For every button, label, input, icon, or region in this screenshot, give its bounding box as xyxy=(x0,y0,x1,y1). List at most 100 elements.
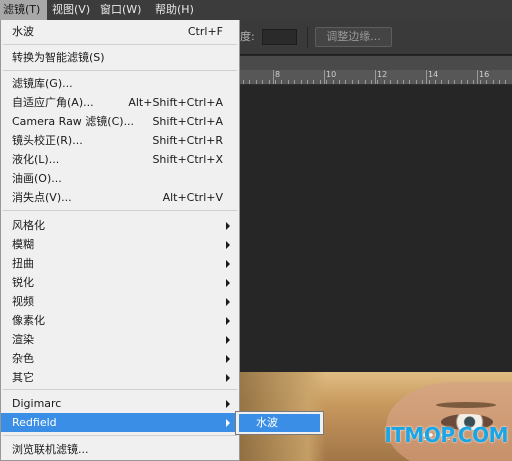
ruler-minor-tick xyxy=(256,80,257,84)
ruler-minor-tick xyxy=(301,80,302,84)
ruler-minor-tick xyxy=(409,80,410,84)
menu-item-convert-smart-filter[interactable]: 转换为智能滤镜(S) xyxy=(1,48,239,67)
menu-item-label: 液化(L)... xyxy=(12,153,60,166)
menu-item-shortcut: Shift+Ctrl+X xyxy=(152,153,223,166)
menu-item-distort[interactable]: 扭曲 xyxy=(1,254,239,273)
ruler-minor-tick xyxy=(441,80,442,84)
refine-edge-button[interactable]: 调整边缘... xyxy=(315,27,392,47)
options-separator xyxy=(307,27,308,48)
menu-item-lens-correction[interactable]: 镜头校正(R)... Shift+Ctrl+R xyxy=(1,131,239,150)
ruler-minor-tick xyxy=(320,80,321,84)
menu-item-shortcut: Alt+Ctrl+V xyxy=(162,191,223,204)
menu-separator xyxy=(3,44,237,45)
ruler-minor-tick xyxy=(473,80,474,84)
ruler-minor-tick xyxy=(499,80,500,84)
ruler-minor-tick xyxy=(480,80,481,84)
menu-filter[interactable]: 滤镜(T) xyxy=(0,0,47,20)
filter-menu: 水波 Ctrl+F 转换为智能滤镜(S) 滤镜库(G)... 自适应广角(A).… xyxy=(0,20,240,461)
ruler-major-tick xyxy=(273,70,274,84)
ruler-minor-tick xyxy=(352,80,353,84)
menu-item-shortcut: Shift+Ctrl+A xyxy=(152,115,223,128)
ruler-label: 12 xyxy=(377,70,388,79)
menu-item-label: Redfield xyxy=(12,416,57,429)
menu-item-vanishing-point[interactable]: 消失点(V)... Alt+Ctrl+V xyxy=(1,188,239,207)
ruler-minor-tick xyxy=(416,80,417,84)
menu-item-blur[interactable]: 模糊 xyxy=(1,235,239,254)
menu-item-filter-gallery[interactable]: 滤镜库(G)... xyxy=(1,74,239,93)
density-label: 度: xyxy=(240,30,255,43)
redfield-submenu: 水波 xyxy=(235,411,324,435)
menu-item-label: 滤镜库(G)... xyxy=(12,77,73,90)
submenu-arrow-icon xyxy=(226,241,230,249)
ruler-minor-tick xyxy=(429,80,430,84)
ruler-label: 16 xyxy=(479,70,490,79)
ruler-minor-tick xyxy=(243,80,244,84)
menu-item-label: 油画(O)... xyxy=(12,172,62,185)
menu-item-adaptive-wide-angle[interactable]: 自适应广角(A)... Alt+Shift+Ctrl+A xyxy=(1,93,239,112)
menu-view[interactable]: 视图(V) xyxy=(52,0,90,20)
ruler-label: 14 xyxy=(428,70,439,79)
ruler-minor-tick xyxy=(454,80,455,84)
ruler-major-tick xyxy=(477,70,478,84)
menu-item-label: 视频 xyxy=(12,295,34,308)
ruler-minor-tick xyxy=(281,80,282,84)
ruler-minor-tick xyxy=(294,80,295,84)
menu-item-digimarc[interactable]: Digimarc xyxy=(1,394,239,413)
submenu-arrow-icon xyxy=(226,298,230,306)
menu-item-label: 模糊 xyxy=(12,238,34,251)
horizontal-ruler[interactable]: 8 10 12 14 16 xyxy=(240,70,512,85)
ruler-minor-tick xyxy=(377,80,378,84)
submenu-arrow-icon xyxy=(226,419,230,427)
menu-item-browse-online-filters[interactable]: 浏览联机滤镜... xyxy=(1,440,239,459)
ruler-minor-tick xyxy=(422,80,423,84)
menu-separator xyxy=(3,435,237,436)
menu-help[interactable]: 帮助(H) xyxy=(155,0,194,20)
menu-window[interactable]: 窗口(W) xyxy=(100,0,141,20)
ruler-minor-tick xyxy=(288,80,289,84)
menu-item-stylize[interactable]: 风格化 xyxy=(1,216,239,235)
menu-item-video[interactable]: 视频 xyxy=(1,292,239,311)
menu-separator xyxy=(3,210,237,211)
menu-item-camera-raw[interactable]: Camera Raw 滤镜(C)... Shift+Ctrl+A xyxy=(1,112,239,131)
menu-item-label: 渲染 xyxy=(12,333,34,346)
watermark-text: ITMOP.COM xyxy=(384,423,508,447)
menu-item-oil-paint[interactable]: 油画(O)... xyxy=(1,169,239,188)
submenu-arrow-icon xyxy=(226,317,230,325)
ruler-minor-tick xyxy=(339,80,340,84)
submenu-arrow-icon xyxy=(226,279,230,287)
menu-item-label: 像素化 xyxy=(12,314,45,327)
submenu-arrow-icon xyxy=(226,355,230,363)
menu-item-redfield[interactable]: Redfield xyxy=(1,413,239,432)
menu-item-label: 转换为智能滤镜(S) xyxy=(12,51,105,64)
ruler-minor-tick xyxy=(403,80,404,84)
menu-item-last-filter[interactable]: 水波 Ctrl+F xyxy=(1,22,239,41)
ruler-major-tick xyxy=(324,70,325,84)
ruler-minor-tick xyxy=(307,80,308,84)
menu-item-sharpen[interactable]: 锐化 xyxy=(1,273,239,292)
menu-item-pixelate[interactable]: 像素化 xyxy=(1,311,239,330)
ruler-minor-tick xyxy=(358,80,359,84)
menu-item-label: 杂色 xyxy=(12,352,34,365)
ruler-minor-tick xyxy=(345,80,346,84)
menu-item-label: Camera Raw 滤镜(C)... xyxy=(12,115,135,128)
ruler-label: 10 xyxy=(326,70,337,79)
menu-item-label: 水波 xyxy=(12,25,34,38)
menu-item-shortcut: Alt+Shift+Ctrl+A xyxy=(128,96,223,109)
menu-item-render[interactable]: 渲染 xyxy=(1,330,239,349)
ruler-major-tick xyxy=(426,70,427,84)
menu-item-label: 自适应广角(A)... xyxy=(12,96,94,109)
menu-item-noise[interactable]: 杂色 xyxy=(1,349,239,368)
ruler-minor-tick xyxy=(486,80,487,84)
submenu-arrow-icon xyxy=(226,336,230,344)
ruler-minor-tick xyxy=(467,80,468,84)
menu-item-other[interactable]: 其它 xyxy=(1,368,239,387)
submenu-item-water-ripple[interactable]: 水波 xyxy=(239,414,320,432)
ruler-minor-tick xyxy=(505,80,506,84)
menu-item-label: 锐化 xyxy=(12,276,34,289)
ruler-minor-tick xyxy=(390,80,391,84)
menu-item-liquify[interactable]: 液化(L)... Shift+Ctrl+X xyxy=(1,150,239,169)
ruler-minor-tick xyxy=(313,80,314,84)
submenu-arrow-icon xyxy=(226,260,230,268)
density-input[interactable] xyxy=(262,29,297,45)
ruler-minor-tick xyxy=(461,80,462,84)
